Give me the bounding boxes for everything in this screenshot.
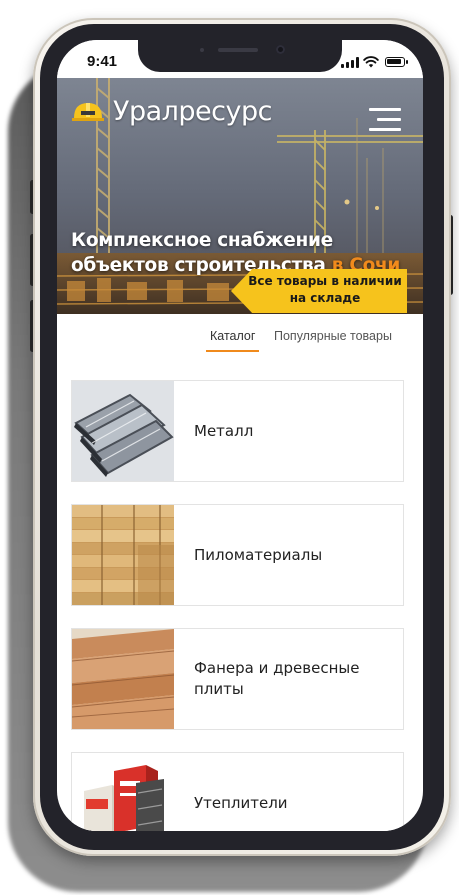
phone-screen: 9:41 Уралресурс Комплексное снабжение об… (57, 40, 423, 831)
catalog-item-plywood[interactable]: Фанера и древесные плиты (71, 628, 404, 730)
badge-line-1: Все товары в наличии (248, 274, 402, 288)
catalog-item-insulation[interactable]: Утеплители (71, 752, 404, 831)
phone-mockup: 9:41 Уралресурс Комплексное снабжение об… (0, 0, 459, 895)
badge-line-2: на складе (289, 291, 361, 305)
wifi-icon (363, 56, 379, 68)
notch (138, 40, 342, 72)
sensor-dot (200, 48, 204, 52)
plywood-sheets-image (72, 629, 174, 729)
catalog-item-label: Металл (194, 421, 254, 440)
brand-name: Уралресурс (113, 96, 272, 127)
catalog-tabs: Каталог Популярные товары (57, 325, 423, 355)
battery-icon (385, 57, 408, 67)
catalog-item-label: Утеплители (194, 793, 288, 812)
insulation-packs-image (72, 753, 174, 831)
catalog-item-lumber[interactable]: Пиломатериалы (71, 504, 404, 606)
catalog-item-label: Пиломатериалы (194, 545, 323, 564)
tab-catalog[interactable]: Каталог (206, 329, 260, 352)
front-camera (276, 45, 285, 54)
stock-badge-text: Все товары в наличии на складе (243, 273, 407, 307)
hard-hat-icon (72, 102, 104, 121)
site-logo[interactable]: Уралресурс (71, 96, 272, 127)
speaker-grille (218, 48, 258, 52)
headline-line-1: Комплексное снабжение (71, 230, 333, 251)
metal-profiles-image (72, 381, 174, 481)
hamburger-menu-icon[interactable] (369, 108, 401, 132)
cellular-signal-icon (341, 57, 359, 68)
lumber-stack-image (72, 505, 174, 605)
tab-popular[interactable]: Популярные товары (274, 329, 392, 343)
status-time: 9:41 (87, 53, 118, 70)
catalog-item-label: Фанера и древесные плиты (194, 659, 360, 698)
catalog-item-metal[interactable]: Металл (71, 380, 404, 482)
